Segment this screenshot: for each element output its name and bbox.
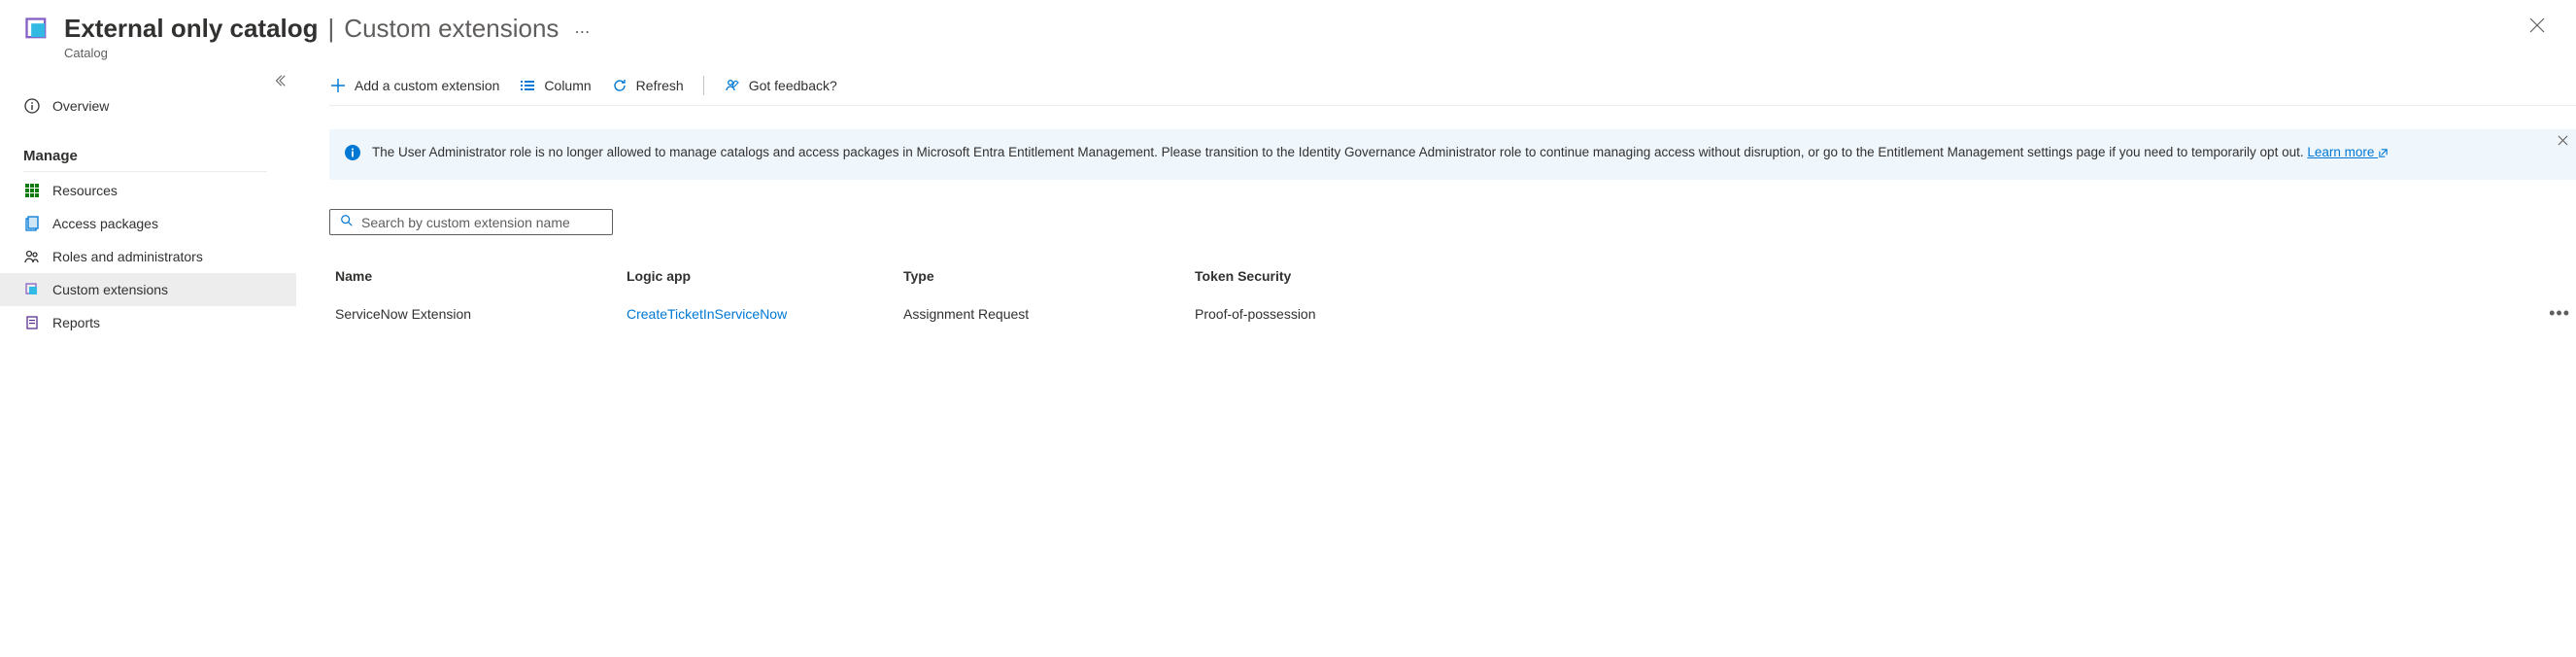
sidebar-item-reports[interactable]: Reports	[23, 306, 296, 339]
title-divider: |	[328, 14, 335, 44]
sidebar-item-label: Overview	[52, 98, 109, 114]
cell-type: Assignment Request	[903, 306, 1195, 322]
table-header-row: Name Logic app Type Token Security	[329, 259, 2576, 294]
columns-icon	[519, 77, 536, 94]
col-type[interactable]: Type	[903, 268, 1195, 284]
refresh-button[interactable]: Refresh	[611, 77, 684, 94]
info-banner: The User Administrator role is no longer…	[329, 129, 2576, 180]
cell-name: ServiceNow Extension	[335, 306, 627, 322]
extensions-table: Name Logic app Type Token Security Servi…	[329, 259, 2576, 333]
report-icon	[23, 314, 41, 331]
sidebar-item-access-packages[interactable]: Access packages	[23, 207, 296, 240]
extension-icon	[23, 281, 41, 298]
people-icon	[23, 248, 41, 265]
toolbar-label: Column	[544, 78, 591, 93]
sidebar-heading-manage: Manage	[23, 140, 267, 172]
col-name[interactable]: Name	[335, 268, 627, 284]
info-icon	[345, 145, 360, 166]
info-banner-text: The User Administrator role is no longer…	[372, 143, 2389, 162]
package-icon	[23, 215, 41, 232]
info-banner-message: The User Administrator role is no longer…	[372, 145, 2304, 159]
main-content: Add a custom extension Column	[296, 68, 2576, 339]
breadcrumb: Catalog	[64, 46, 2522, 60]
close-button[interactable]	[2522, 14, 2553, 42]
feedback-icon	[724, 77, 741, 94]
search-icon	[340, 214, 354, 230]
toolbar-label: Refresh	[636, 78, 684, 93]
sidebar-item-resources[interactable]: Resources	[23, 174, 296, 207]
sidebar-item-custom-extensions[interactable]: Custom extensions	[0, 273, 296, 306]
sidebar-item-label: Access packages	[52, 216, 158, 231]
sidebar-item-overview[interactable]: Overview	[23, 89, 296, 122]
plus-icon	[329, 77, 347, 94]
sidebar-item-label: Custom extensions	[52, 282, 168, 297]
learn-more-link[interactable]: Learn more	[2307, 145, 2389, 159]
search-box[interactable]	[329, 209, 613, 235]
sidebar-item-label: Roles and administrators	[52, 249, 203, 264]
column-button[interactable]: Column	[519, 77, 591, 94]
cell-logic-app-link[interactable]: CreateTicketInServiceNow	[627, 306, 903, 322]
feedback-button[interactable]: Got feedback?	[724, 77, 837, 94]
sidebar: Overview Manage Resources Access packag	[0, 68, 296, 339]
more-actions-button[interactable]: ⋯	[568, 22, 595, 42]
add-extension-button[interactable]: Add a custom extension	[329, 77, 499, 94]
page-header: External only catalog | Custom extension…	[0, 0, 2576, 68]
info-icon	[23, 97, 41, 115]
collapse-sidebar-button[interactable]	[273, 74, 287, 90]
toolbar-separator	[703, 76, 704, 95]
catalog-icon	[23, 16, 51, 43]
sidebar-item-label: Resources	[52, 183, 118, 198]
cell-token-security: Proof-of-possession	[1195, 306, 2531, 322]
toolbar: Add a custom extension Column	[329, 68, 2576, 106]
refresh-icon	[611, 77, 628, 94]
toolbar-label: Got feedback?	[749, 78, 837, 93]
search-input[interactable]	[361, 215, 602, 230]
page-subtitle: Custom extensions	[344, 14, 559, 44]
sidebar-item-label: Reports	[52, 315, 100, 330]
col-logic-app[interactable]: Logic app	[627, 268, 903, 284]
row-actions-button[interactable]: •••	[2531, 303, 2570, 324]
col-token-security[interactable]: Token Security	[1195, 268, 2531, 284]
banner-close-button[interactable]	[2558, 131, 2568, 152]
sidebar-item-roles-administrators[interactable]: Roles and administrators	[23, 240, 296, 273]
grid-icon	[23, 182, 41, 199]
toolbar-label: Add a custom extension	[355, 78, 499, 93]
table-row: ServiceNow Extension CreateTicketInServi…	[329, 294, 2576, 333]
page-title: External only catalog	[64, 14, 319, 44]
